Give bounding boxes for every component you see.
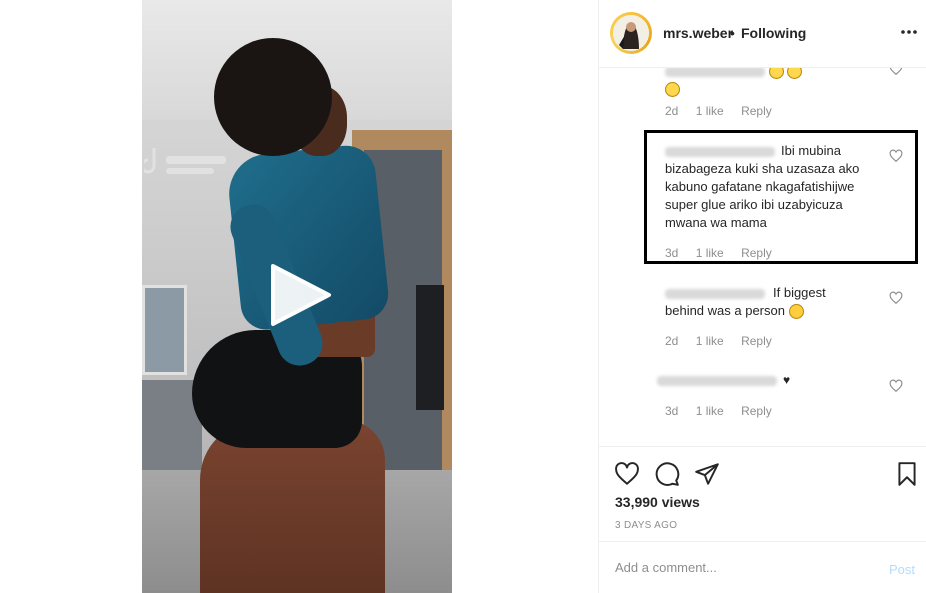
comment-likes[interactable]: 1 like	[696, 104, 724, 118]
video-window	[142, 285, 187, 375]
bookmark-icon[interactable]	[894, 461, 920, 487]
comment-time: 2d	[665, 334, 679, 348]
separator-dot: •	[730, 25, 735, 41]
view-count[interactable]: 33,990 views	[615, 494, 700, 510]
post-timestamp: 3 DAYS AGO	[615, 520, 678, 531]
smiley-emoji-icon	[787, 68, 803, 80]
avatar[interactable]	[610, 12, 652, 54]
comment-like-icon[interactable]	[889, 379, 903, 393]
highlight-annotation-box	[644, 130, 918, 264]
side-panel: mrs.weber • Following 2d 1 like Reply Ib…	[598, 0, 926, 593]
comment-text: If biggest behind was a person	[665, 285, 826, 320]
comment-text	[665, 68, 885, 98]
post-comment-button[interactable]: Post	[889, 562, 915, 577]
paper-plane-icon[interactable]	[694, 461, 720, 487]
reply-button[interactable]: Reply	[741, 334, 772, 348]
comment-meta: 3d 1 like Reply	[665, 404, 786, 418]
comment-likes[interactable]: 1 like	[696, 404, 724, 418]
post-author-username[interactable]: mrs.weber	[663, 25, 733, 41]
comment-meta: 2d 1 like Reply	[665, 104, 786, 118]
heart-icon[interactable]	[614, 461, 640, 487]
reply-button[interactable]: Reply	[741, 104, 772, 118]
avatar-image	[613, 15, 649, 51]
comment-like-icon[interactable]	[889, 291, 903, 305]
smiley-emoji-icon	[768, 68, 784, 80]
comment-input[interactable]	[615, 560, 865, 575]
comments-list[interactable]: 2d 1 like Reply Ibi mubina bizabageza ku…	[599, 68, 926, 446]
comment-text: ♥	[657, 371, 877, 389]
comment-like-icon[interactable]	[889, 68, 903, 76]
video-player[interactable]	[142, 0, 452, 593]
comment-likes[interactable]: 1 like	[696, 334, 724, 348]
reply-button[interactable]: Reply	[741, 404, 772, 418]
post-actions: 33,990 views 3 DAYS AGO	[599, 446, 926, 542]
smiley-emoji-icon	[665, 82, 680, 98]
video-watermark-logo	[144, 148, 226, 174]
media-panel	[0, 0, 598, 593]
following-button[interactable]: Following	[741, 25, 806, 41]
more-options-icon[interactable]	[899, 22, 919, 42]
post-header: mrs.weber • Following	[599, 0, 926, 68]
comment-meta: 2d 1 like Reply	[665, 334, 786, 348]
video-figure-hair	[214, 38, 332, 156]
comment-time: 3d	[665, 404, 679, 418]
comment-time: 2d	[665, 104, 679, 118]
video-dark-panel	[416, 285, 444, 410]
kiss-emoji-icon	[788, 304, 804, 320]
add-comment-bar: Post	[599, 542, 926, 593]
comment-bubble-icon[interactable]	[654, 461, 680, 487]
play-icon[interactable]	[267, 262, 333, 328]
